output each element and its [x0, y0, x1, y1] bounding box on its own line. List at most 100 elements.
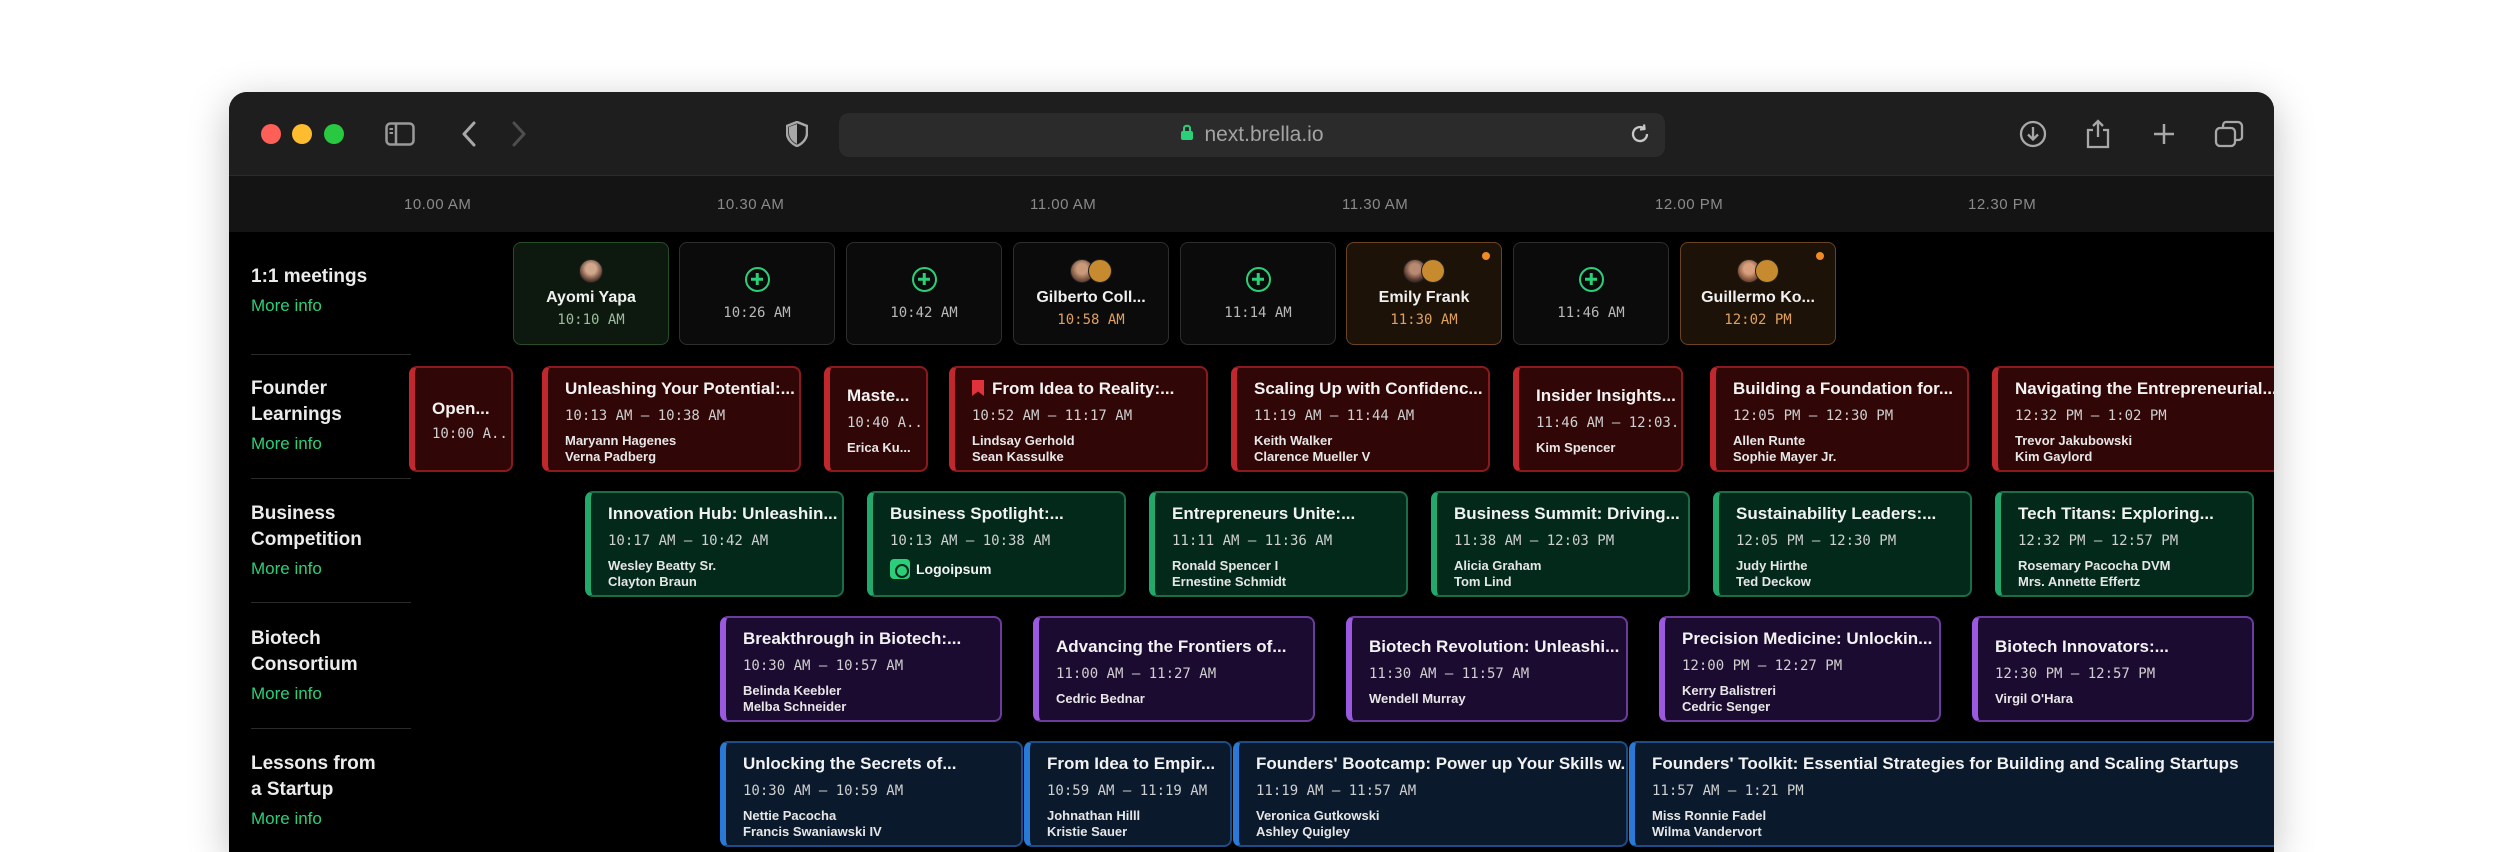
- minimize-window-button[interactable]: [292, 124, 312, 144]
- forward-arrow-icon[interactable]: [501, 116, 537, 152]
- address-bar[interactable]: next.brella.io: [839, 113, 1665, 157]
- time-tick: 12.00 PM: [1655, 196, 1724, 213]
- session-card[interactable]: Scaling Up with Confidenc... 11:19 AM – …: [1231, 366, 1490, 472]
- session-time: 12:05 PM – 12:30 PM: [1736, 533, 1897, 549]
- more-info-link[interactable]: More info: [251, 809, 411, 829]
- session-card[interactable]: Unlocking the Secrets of... 10:30 AM – 1…: [720, 741, 1023, 847]
- session-card[interactable]: From Idea to Reality:... 10:52 AM – 11:1…: [949, 366, 1208, 472]
- session-speakers: Virgil O'Hara: [1995, 691, 2073, 706]
- row-title: Biotech Consortium: [251, 628, 358, 675]
- meeting-name: Gilberto Coll...: [1036, 289, 1146, 306]
- session-speakers: Rosemary Pacocha DVM Mrs. Annette Effertz: [2018, 558, 2171, 589]
- meeting-slot-open[interactable]: 11:14 AM: [1180, 242, 1336, 345]
- session-title: Open...: [432, 399, 490, 418]
- session-speakers: Trevor Jakubowski Kim Gaylord: [2015, 433, 2133, 464]
- download-icon[interactable]: [2015, 116, 2051, 152]
- session-card[interactable]: Biotech Revolution: Unleashi... 11:30 AM…: [1346, 616, 1628, 722]
- session-card[interactable]: Maste... 10:40 A... Erica Ku...: [824, 366, 928, 472]
- row-label-founder-learnings: Founder Learnings More info: [251, 376, 411, 454]
- add-meeting-plus-icon[interactable]: [1245, 266, 1271, 292]
- more-info-link[interactable]: More info: [251, 296, 411, 316]
- meeting-time: 10:58 AM: [1057, 312, 1125, 328]
- session-title: Advancing the Frontiers of...: [1056, 637, 1287, 656]
- tab-overview-icon[interactable]: [2211, 116, 2247, 152]
- add-meeting-plus-icon[interactable]: [911, 266, 937, 292]
- session-speakers: Miss Ronnie Fadel Wilma Vandervort: [1652, 808, 1767, 839]
- more-info-link[interactable]: More info: [251, 434, 411, 454]
- session-speakers: Ronald Spencer I Ernestine Schmidt: [1172, 558, 1287, 589]
- time-tick: 12.30 PM: [1968, 196, 2037, 213]
- session-card[interactable]: From Idea to Empir... 10:59 AM – 11:19 A…: [1024, 741, 1232, 847]
- bookmark-icon[interactable]: [972, 380, 984, 396]
- session-card[interactable]: Precision Medicine: Unlockin... 12:00 PM…: [1659, 616, 1941, 722]
- time-tick: 11.30 AM: [1342, 196, 1409, 213]
- sidebar-toggle-icon[interactable]: [382, 116, 418, 152]
- session-card[interactable]: Open... 10:00 A...: [409, 366, 513, 472]
- share-icon[interactable]: [2080, 116, 2116, 152]
- session-card[interactable]: Insider Insights... 11:46 AM – 12:03... …: [1513, 366, 1683, 472]
- session-time: 12:30 PM – 12:57 PM: [1995, 666, 2156, 682]
- session-title: Building a Foundation for...: [1733, 379, 1954, 398]
- meeting-time: 11:46 AM: [1557, 304, 1625, 321]
- meeting-slot-open[interactable]: 10:26 AM: [679, 242, 835, 345]
- session-card[interactable]: Advancing the Frontiers of... 11:00 AM –…: [1033, 616, 1315, 722]
- row-title: Founder Learnings: [251, 378, 342, 425]
- session-title: Scaling Up with Confidenc...: [1254, 379, 1483, 398]
- avatar: [1403, 259, 1445, 283]
- session-title: Innovation Hub: Unleashin...: [608, 504, 838, 523]
- session-time: 10:13 AM – 10:38 AM: [890, 533, 1051, 549]
- session-card[interactable]: Navigating the Entrepreneurial... 12:32 …: [1992, 366, 2274, 472]
- session-card[interactable]: Innovation Hub: Unleashin... 10:17 AM – …: [585, 491, 844, 597]
- session-speakers: Maryann Hagenes Verna Padberg: [565, 433, 677, 464]
- session-card[interactable]: Business Spotlight:... 10:13 AM – 10:38 …: [867, 491, 1126, 597]
- session-time: 12:00 PM – 12:27 PM: [1682, 658, 1843, 674]
- meeting-slot-open[interactable]: 10:42 AM: [846, 242, 1002, 345]
- more-info-link[interactable]: More info: [251, 559, 411, 579]
- session-time: 11:46 AM – 12:03...: [1536, 415, 1681, 431]
- session-time: 10:52 AM – 11:17 AM: [972, 408, 1133, 424]
- session-speakers: Wendell Murray: [1369, 691, 1466, 706]
- session-card[interactable]: Founders' Bootcamp: Power up Your Skills…: [1233, 741, 1628, 847]
- session-title: Business Spotlight:...: [890, 504, 1064, 523]
- session-card[interactable]: Building a Foundation for... 12:05 PM – …: [1710, 366, 1969, 472]
- reload-icon[interactable]: [1629, 123, 1651, 151]
- meeting-card[interactable]: Gilberto Coll... 10:58 AM: [1013, 242, 1169, 345]
- session-card[interactable]: Entrepreneurs Unite:... 11:11 AM – 11:36…: [1149, 491, 1408, 597]
- session-speakers: Kim Spencer: [1536, 440, 1616, 455]
- more-info-link[interactable]: More info: [251, 684, 411, 704]
- session-card[interactable]: Unleashing Your Potential:... 10:13 AM –…: [542, 366, 801, 472]
- meeting-card[interactable]: Guillermo Ko... 12:02 PM: [1680, 242, 1836, 345]
- session-speakers: Nettie Pacocha Francis Swaniawski IV: [743, 808, 882, 839]
- time-tick: 10.00 AM: [404, 196, 472, 213]
- session-title: Founders' Toolkit: Essential Strategies …: [1652, 754, 2239, 773]
- session-card[interactable]: Business Summit: Driving... 11:38 AM – 1…: [1431, 491, 1690, 597]
- session-card[interactable]: Sustainability Leaders:... 12:05 PM – 12…: [1713, 491, 1972, 597]
- session-time: 10:59 AM – 11:19 AM: [1047, 783, 1208, 799]
- session-card[interactable]: Tech Titans: Exploring... 12:32 PM – 12:…: [1995, 491, 2254, 597]
- session-speakers: Judy Hirthe Ted Deckow: [1736, 558, 1811, 589]
- meeting-time: 10:42 AM: [890, 304, 958, 321]
- session-title: Biotech Revolution: Unleashi...: [1369, 637, 1620, 656]
- close-window-button[interactable]: [261, 124, 281, 144]
- meeting-card[interactable]: Ayomi Yapa 10:10 AM: [513, 242, 669, 345]
- session-time: 12:05 PM – 12:30 PM: [1733, 408, 1894, 424]
- zoom-window-button[interactable]: [324, 124, 344, 144]
- meeting-slot-open[interactable]: 11:46 AM: [1513, 242, 1669, 345]
- session-card[interactable]: Breakthrough in Biotech:... 10:30 AM – 1…: [720, 616, 1002, 722]
- time-tick: 10.30 AM: [717, 196, 785, 213]
- meeting-name: Emily Frank: [1378, 289, 1470, 306]
- add-meeting-plus-icon[interactable]: [1578, 266, 1604, 292]
- back-arrow-icon[interactable]: [451, 116, 487, 152]
- meeting-card[interactable]: Emily Frank 11:30 AM: [1346, 242, 1502, 345]
- lock-icon: [1180, 123, 1194, 147]
- session-speakers: Keith Walker Clarence Mueller V: [1254, 433, 1371, 464]
- session-card[interactable]: Founders' Toolkit: Essential Strategies …: [1629, 741, 2274, 847]
- notification-dot: [1482, 252, 1490, 260]
- privacy-shield-icon[interactable]: [779, 116, 815, 152]
- session-card[interactable]: Biotech Innovators:... 12:30 PM – 12:57 …: [1972, 616, 2254, 722]
- row-label-1-1-meetings: 1:1 meetings More info: [251, 264, 411, 316]
- add-meeting-plus-icon[interactable]: [744, 266, 770, 292]
- new-tab-plus-icon[interactable]: [2146, 116, 2182, 152]
- meeting-time: 11:30 AM: [1390, 312, 1458, 328]
- session-time: 12:32 PM – 12:57 PM: [2018, 533, 2179, 549]
